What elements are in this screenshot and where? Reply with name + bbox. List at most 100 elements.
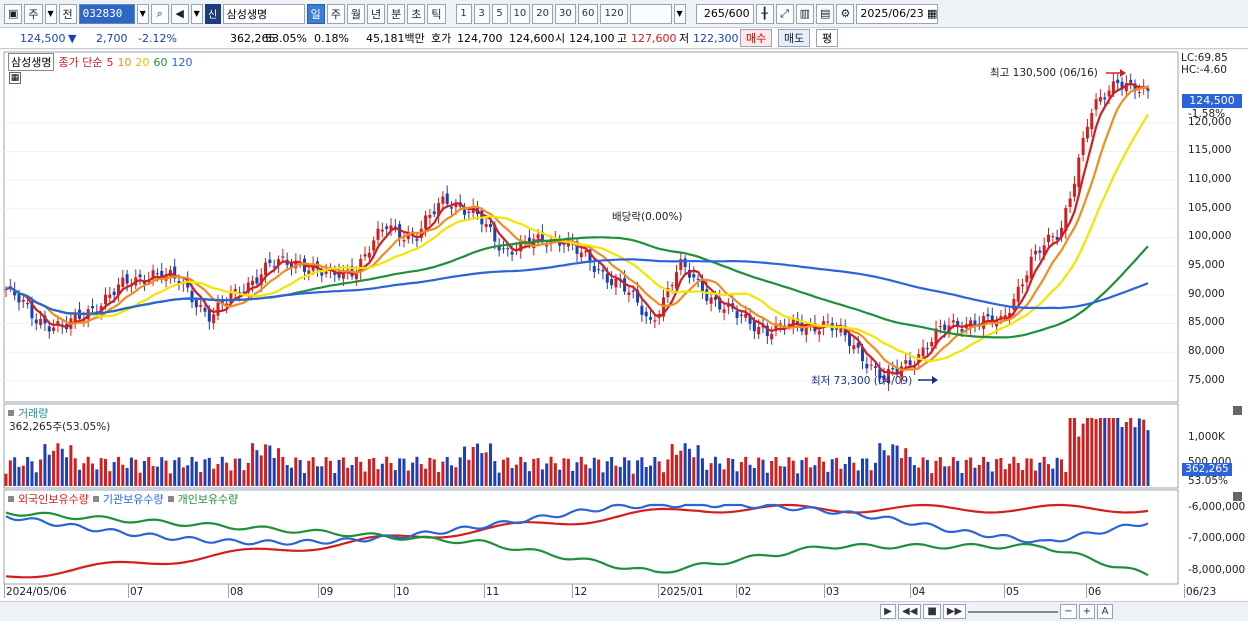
speaker-dropdown-icon[interactable]: ▼ xyxy=(190,3,203,24)
volume-bar xyxy=(207,457,211,486)
x-axis-label: 09 xyxy=(320,586,334,598)
volume-bar xyxy=(899,458,903,486)
interval-1[interactable]: 1 xyxy=(455,3,472,24)
volume-bar xyxy=(783,466,787,486)
volume-bar xyxy=(52,450,56,486)
volume-bar xyxy=(856,470,860,486)
volume-bar xyxy=(385,456,389,486)
candle-body xyxy=(121,277,125,287)
volume-layer xyxy=(4,418,1150,486)
candle-body xyxy=(1021,284,1025,287)
chart-area[interactable]: 삼성생명 종가 단순 5 10 20 60 120 ▦ LC:69.85 HC:… xyxy=(0,50,1248,602)
scroll-right-icon[interactable]: ▶ xyxy=(880,604,896,619)
stock-name-field[interactable]: 삼성생명 xyxy=(222,3,305,24)
candle-body xyxy=(904,360,908,364)
interval-dropdown-icon[interactable]: ▼ xyxy=(673,3,686,24)
volume-bar xyxy=(579,456,583,486)
high-arrow-head xyxy=(1120,69,1126,77)
buy-button[interactable]: 매수 xyxy=(740,29,773,47)
date-input[interactable]: 2025/06/23 ▦ xyxy=(856,3,939,24)
interval-10[interactable]: 10 xyxy=(509,3,531,24)
volume-bar xyxy=(341,457,345,486)
grid-icon[interactable]: ▦ xyxy=(9,72,21,84)
speaker-icon[interactable]: ◀ xyxy=(170,3,189,24)
draw-icon[interactable]: ⤢ xyxy=(775,3,794,24)
sell-button[interactable]: 매도 xyxy=(778,29,811,47)
candle-body xyxy=(649,317,653,320)
font-icon[interactable]: A xyxy=(1097,604,1114,619)
stock-code-input[interactable]: 032830 xyxy=(78,3,135,24)
code-dropdown-icon[interactable]: ▼ xyxy=(136,3,149,24)
volume-bar xyxy=(765,472,769,486)
candle-body xyxy=(869,364,873,366)
interval-120[interactable]: 120 xyxy=(600,3,628,24)
candle-body xyxy=(1094,99,1098,110)
volume-bar xyxy=(904,448,908,486)
period-day[interactable]: 일 xyxy=(306,3,325,24)
volume-bar xyxy=(739,462,743,486)
period-month[interactable]: 월 xyxy=(346,3,366,24)
interval-custom-input[interactable] xyxy=(629,3,672,24)
stock-name-tag[interactable]: 삼성생명 xyxy=(8,53,55,71)
bar-count-input[interactable]: 265/600 xyxy=(695,3,754,24)
volume-bar xyxy=(129,457,133,486)
candle-body xyxy=(1107,90,1111,97)
volume-bar xyxy=(908,456,912,486)
volume-bar xyxy=(389,462,393,486)
volume-bar xyxy=(1077,436,1081,486)
candle-body xyxy=(506,248,510,250)
candle-body xyxy=(709,297,713,304)
volume-bar xyxy=(164,460,168,486)
holdings-legend: 외국인보유수량 기관보유수량 개인보유수량 xyxy=(8,491,238,507)
price-y-tick: 90,000 xyxy=(1188,287,1225,300)
zoom-slider[interactable] xyxy=(968,611,1059,613)
rewind-icon[interactable]: ◀◀ xyxy=(898,604,922,619)
period-minute[interactable]: 분 xyxy=(387,3,406,24)
volume-bar xyxy=(294,457,298,486)
volume-bar xyxy=(770,461,774,486)
layout-icon[interactable]: ▣ xyxy=(4,3,23,24)
volume-bar xyxy=(307,460,311,486)
volume-bar xyxy=(458,457,462,486)
zoom-out-icon[interactable]: − xyxy=(1060,604,1077,619)
close-icon[interactable] xyxy=(1233,406,1242,415)
chevron-down-icon[interactable]: ▼ xyxy=(44,3,57,24)
calendar-icon[interactable]: ▦ xyxy=(927,7,937,20)
stop-icon[interactable]: ■ xyxy=(923,604,941,619)
interval-20[interactable]: 20 xyxy=(532,3,553,24)
volume-bar xyxy=(809,467,813,486)
close-icon[interactable] xyxy=(1233,492,1242,501)
zoom-in-icon[interactable]: + xyxy=(1078,604,1096,619)
candle-body xyxy=(873,366,877,368)
volume-bar xyxy=(549,456,553,486)
volume-current-pct: 53.05% xyxy=(1188,475,1229,487)
volume-bar xyxy=(532,458,536,486)
institution-holdings-label: 기관보유수량 xyxy=(102,493,164,506)
gear-icon[interactable]: ⚙ xyxy=(836,3,855,24)
holdings-tick-8m: -8,000,000 xyxy=(1188,564,1246,576)
price-y-tick: 95,000 xyxy=(1188,259,1225,272)
save-icon[interactable]: ▤ xyxy=(815,3,835,24)
compare-icon[interactable]: ▥ xyxy=(795,3,814,24)
volume-bar xyxy=(830,459,834,486)
period-second[interactable]: 초 xyxy=(407,3,426,24)
period-year[interactable]: 년 xyxy=(367,3,386,24)
eval-button[interactable]: 평 xyxy=(816,29,839,47)
volume-bar xyxy=(424,468,428,486)
candle-icon[interactable]: ╂ xyxy=(755,3,774,24)
volume-bar xyxy=(938,457,942,486)
interval-60[interactable]: 60 xyxy=(577,3,599,24)
interval-30[interactable]: 30 xyxy=(555,3,576,24)
volume-bar xyxy=(1055,457,1059,486)
prev-button[interactable]: 전 xyxy=(58,3,77,24)
main-button[interactable]: 주 xyxy=(24,3,43,24)
interval-5[interactable]: 5 xyxy=(491,3,508,24)
volume-bar xyxy=(333,472,337,486)
period-week[interactable]: 주 xyxy=(326,3,345,24)
search-icon[interactable]: ⌕ xyxy=(150,3,169,24)
forward-icon[interactable]: ▶▶ xyxy=(942,604,967,619)
candle-body xyxy=(700,280,704,293)
period-tick[interactable]: 틱 xyxy=(427,3,446,24)
interval-3[interactable]: 3 xyxy=(473,3,490,24)
volume-bar xyxy=(78,469,82,486)
